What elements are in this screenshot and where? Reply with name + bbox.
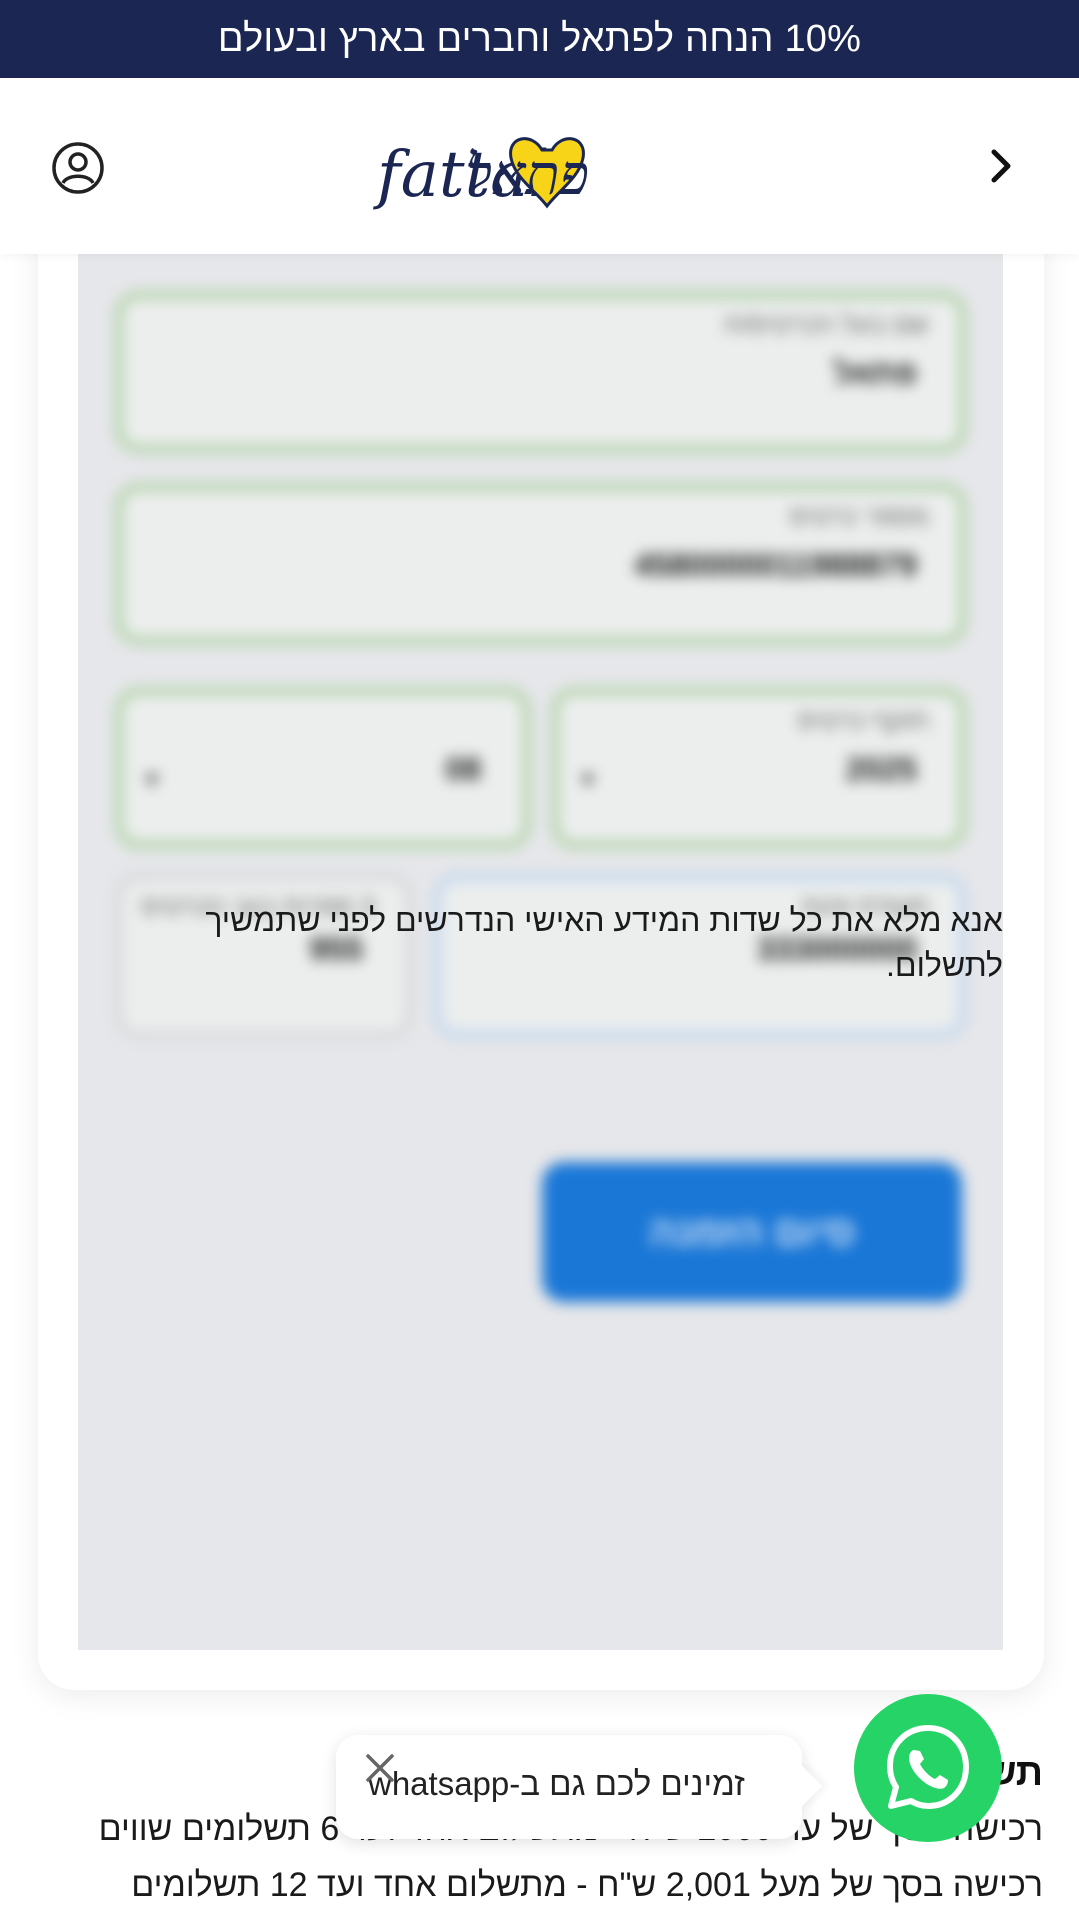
promo-text: 10% הנחה לפתאל וחברים בארץ ובעולם	[217, 17, 862, 60]
close-icon[interactable]	[364, 1752, 396, 1784]
card-number-value: 4580000011988879	[634, 547, 917, 583]
whatsapp-icon[interactable]	[854, 1694, 1002, 1842]
user-icon[interactable]	[50, 140, 106, 196]
whatsapp-bubble-text: זמינים לכם גם ב-whatsapp	[368, 1765, 745, 1802]
chevron-right-icon[interactable]	[975, 140, 1027, 192]
card-holder-value: פתאל	[833, 355, 917, 391]
expiry-month-select[interactable]: 08 ▼	[116, 688, 530, 848]
expiry-label: תוקף כרטיס	[797, 705, 929, 735]
expiry-year-select[interactable]: תוקף כרטיס 2025 ▼	[552, 688, 966, 848]
site-header: fattal פתאל	[0, 78, 1079, 254]
whatsapp-bubble[interactable]: זמינים לכם גם ב-whatsapp	[336, 1735, 823, 1839]
expiry-year-value: 2025	[845, 751, 917, 787]
card-holder-field[interactable]: שם בעל הכרטיס/ת פתאל	[116, 292, 966, 452]
submit-order-label: סיום הזמנה	[648, 1209, 856, 1254]
installments-line-2: רכישה בסך של מעל 2,001 ש"ח - מתשלום אחד …	[131, 1866, 1043, 1904]
card-number-label: מספר כרטיס	[789, 501, 929, 531]
chevron-down-icon: ▼	[141, 767, 163, 792]
promo-banner: 10% הנחה לפתאל וחברים בארץ ובעולם	[0, 0, 1079, 78]
fattal-logo[interactable]: fattal פתאל	[367, 118, 717, 218]
logo-hebrew: פתאל	[466, 143, 589, 208]
card-number-field[interactable]: מספר כרטיס 4580000011988879	[116, 484, 966, 644]
card-holder-label: שם בעל הכרטיס/ת	[724, 309, 929, 339]
submit-order-button[interactable]: סיום הזמנה	[542, 1162, 962, 1302]
expiry-month-value: 08	[445, 751, 481, 787]
chevron-down-icon: ▼	[577, 767, 599, 792]
validation-notice: אנא מלא את כל שדות המידע האישי הנדרשים ל…	[205, 902, 1003, 983]
